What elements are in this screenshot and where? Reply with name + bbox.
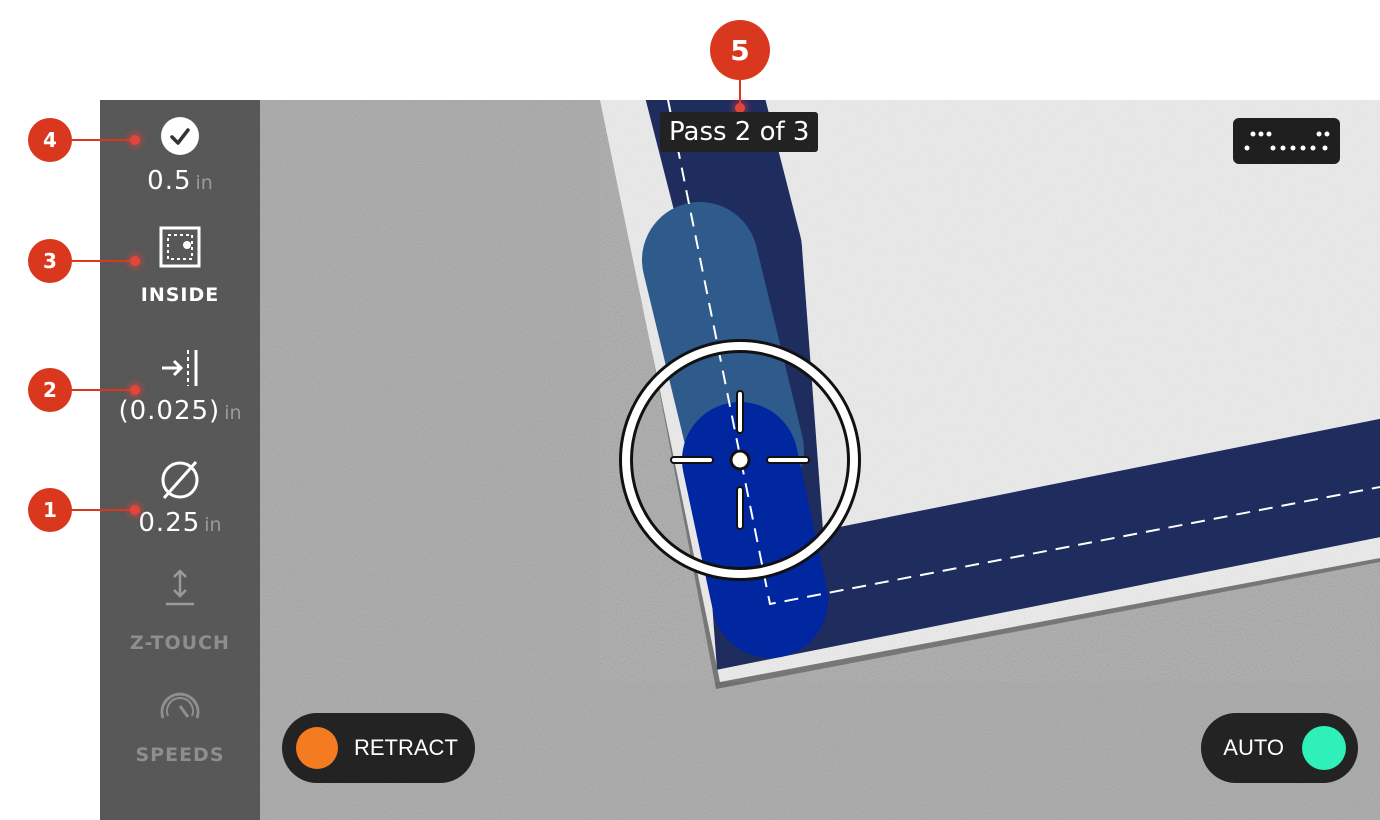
depth-value: 0.5: [147, 166, 192, 196]
callout-4-leader: [72, 139, 134, 141]
callout-2-badge: 2: [28, 368, 72, 412]
settings-sidebar: 0.5 in INSIDE (0.025) in 0.25 in Z-TOUCH…: [100, 100, 260, 820]
cut-side-setting[interactable]: INSIDE: [100, 226, 260, 306]
callout-1-leader: [72, 509, 134, 511]
z-touch-label: Z-TOUCH: [130, 632, 230, 654]
bit-diameter-setting[interactable]: 0.25 in: [100, 458, 260, 538]
z-touch-icon: [166, 569, 194, 606]
callout-4-marker: [130, 135, 140, 145]
offset-setting[interactable]: (0.025) in: [100, 348, 260, 426]
callout-3-marker: [130, 256, 140, 266]
callout-4-badge: 4: [28, 118, 72, 162]
speeds-label: SPEEDS: [135, 744, 225, 766]
cut-side-label: INSIDE: [140, 284, 220, 306]
callout-5-badge: 5: [710, 20, 770, 80]
callout-5-leader: [739, 78, 741, 106]
check-circle-icon: [161, 117, 199, 155]
auto-toggle[interactable]: AUTO: [1201, 713, 1358, 783]
speeds-button[interactable]: SPEEDS: [100, 684, 260, 766]
callout-3-leader: [72, 260, 134, 262]
speed-gauge-icon: [160, 692, 200, 719]
bit-diameter-value: 0.25: [138, 508, 201, 538]
retract-label: RETRACT: [354, 735, 458, 760]
camera-viewport[interactable]: [100, 100, 1380, 820]
toolpath-scene: [100, 100, 1380, 820]
auto-toggle-indicator: [1302, 726, 1346, 770]
auto-label: AUTO: [1223, 735, 1284, 760]
depth-unit: in: [195, 172, 213, 194]
depth-setting[interactable]: 0.5 in: [100, 116, 260, 196]
offset-value: (0.025): [118, 396, 221, 426]
pass-counter-label: Pass 2 of 3: [660, 112, 819, 152]
callout-3-badge: 3: [28, 239, 72, 283]
menu-button[interactable]: [1233, 118, 1340, 164]
dots-menu-icon: [1244, 131, 1330, 151]
callout-1-marker: [130, 505, 140, 515]
bit-diameter-unit: in: [204, 514, 222, 536]
callout-1-badge: 1: [28, 488, 72, 532]
retract-button[interactable]: RETRACT: [282, 713, 475, 783]
offset-arrow-icon: [162, 350, 198, 386]
callout-2-marker: [130, 385, 140, 395]
retract-indicator: [296, 727, 338, 769]
diameter-icon: [161, 461, 199, 499]
inside-cut-icon: [159, 226, 201, 268]
z-touch-button[interactable]: Z-TOUCH: [100, 568, 260, 654]
callout-2-leader: [72, 389, 134, 391]
offset-unit: in: [224, 402, 242, 424]
